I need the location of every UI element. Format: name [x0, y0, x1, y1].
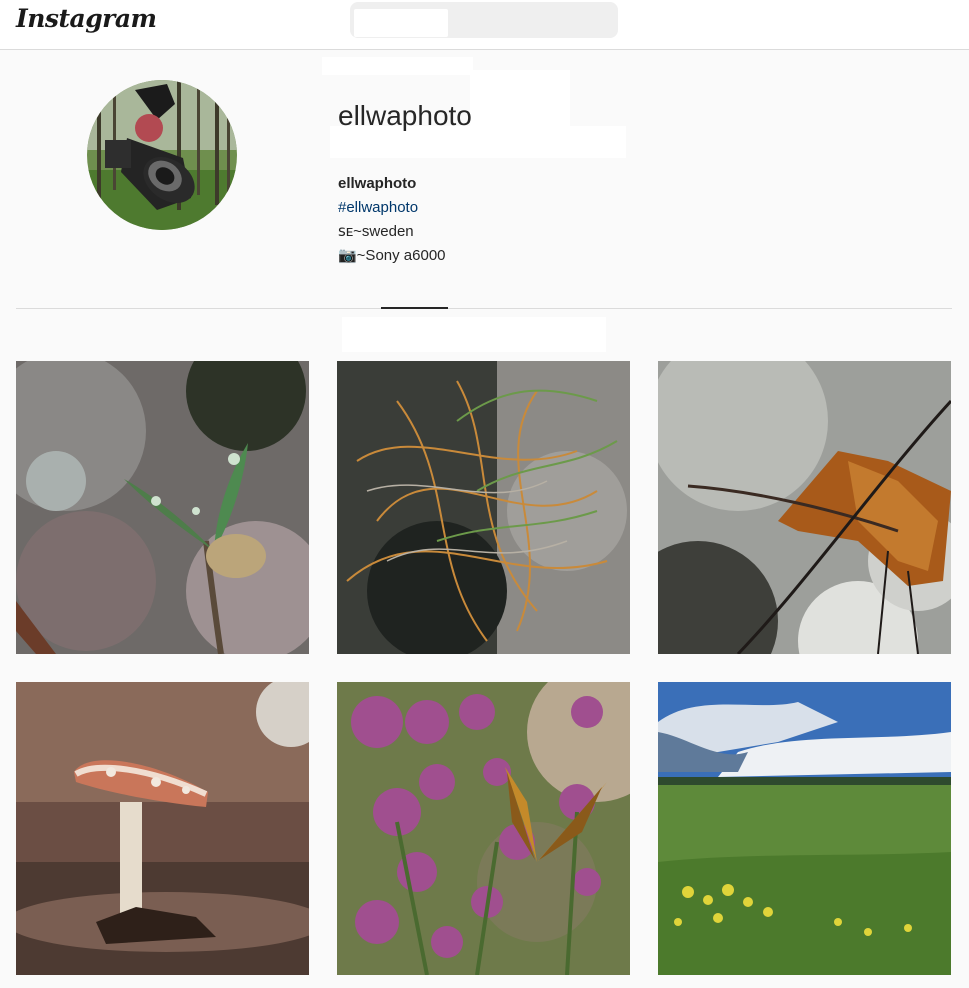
profile-username: ellwaphoto: [338, 100, 472, 131]
post-image-field: [658, 682, 951, 975]
bio-location: ꜱᴇ~sweden: [338, 223, 414, 240]
post-thumbnail-2[interactable]: [337, 361, 630, 654]
profile-full-name: ellwaphoto: [338, 175, 417, 192]
avatar-image: [87, 80, 237, 230]
masked-region: [322, 57, 473, 75]
tabs-masked-region: [342, 317, 606, 352]
post-thumbnail-1[interactable]: [16, 361, 309, 654]
post-image-grass: [337, 361, 630, 654]
post-thumbnail-5[interactable]: [337, 682, 630, 975]
post-image-mushroom: [16, 682, 309, 975]
post-image-butterfly: [337, 682, 630, 975]
bio-hashtag-link[interactable]: #ellwaphoto: [338, 196, 446, 220]
top-nav: Instagram: [0, 0, 969, 50]
instagram-logo[interactable]: Instagram: [16, 4, 157, 33]
bio-camera: 📷~Sony a6000: [338, 247, 446, 264]
post-thumbnail-6[interactable]: [658, 682, 951, 975]
avatar[interactable]: [87, 80, 237, 230]
post-thumbnail-4[interactable]: [16, 682, 309, 975]
post-thumbnail-3[interactable]: [658, 361, 951, 654]
post-image-leaf: [658, 361, 951, 654]
masked-region: [470, 70, 570, 126]
post-image-seedling: [16, 361, 309, 654]
search-placeholder-block: [354, 9, 448, 37]
tab-posts-active-indicator[interactable]: [381, 307, 448, 309]
profile-bio: ellwaphoto #ellwaphoto ꜱᴇ~sweden 📷~Sony …: [338, 172, 446, 268]
profile-divider: [16, 308, 952, 309]
